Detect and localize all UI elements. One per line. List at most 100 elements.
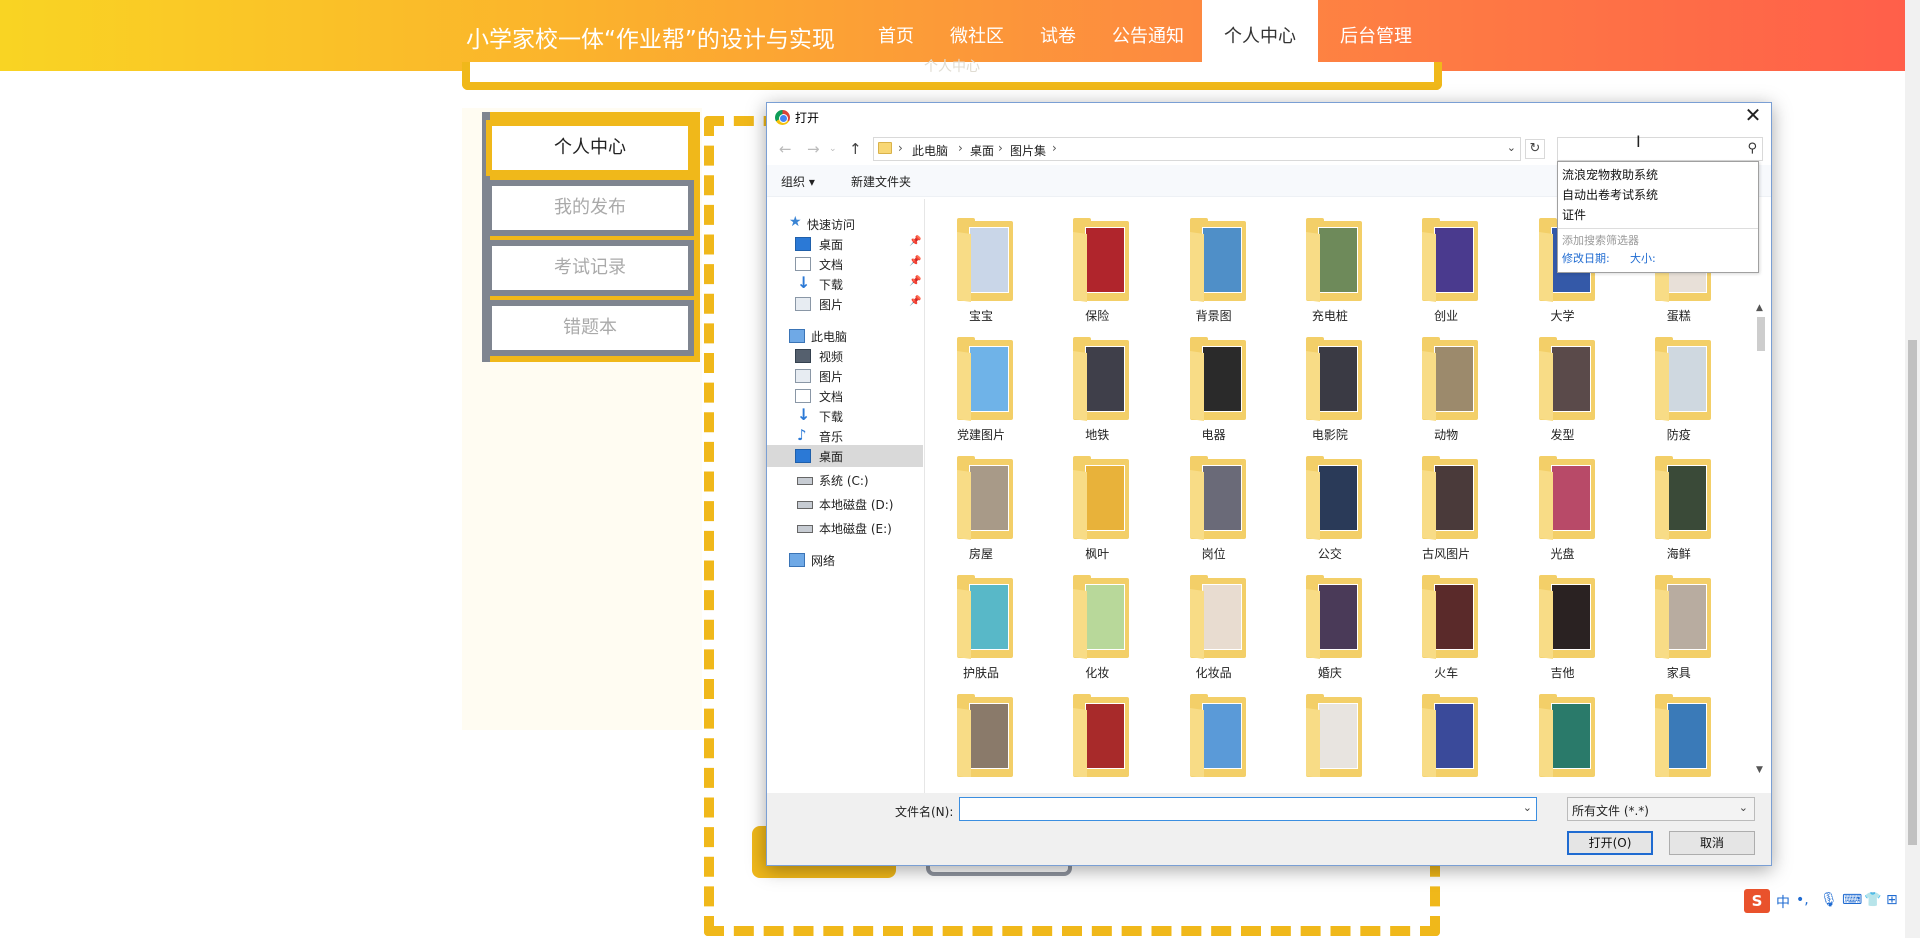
nav-admin[interactable]: 后台管理 (1318, 0, 1434, 71)
breadcrumb-gallery[interactable]: 图片集 (1010, 142, 1046, 159)
sidebar-item-exam-records[interactable]: 考试记录 (486, 240, 694, 296)
folder-item[interactable]: 电影院 (1284, 336, 1376, 446)
breadcrumb-this-pc[interactable]: 此电脑 (912, 142, 948, 159)
nav-profile[interactable]: 个人中心 (1202, 0, 1318, 71)
chevron-down-icon[interactable]: ⌄ (1507, 141, 1516, 154)
file-type-select[interactable]: 所有文件 (*.*) ⌄ (1567, 797, 1755, 821)
folder-item[interactable]: 保险 (1051, 217, 1143, 327)
filter-size[interactable]: 大小: (1630, 250, 1656, 266)
search-input[interactable]: ⚲ (1557, 137, 1763, 161)
sogou-logo-icon[interactable]: S (1744, 889, 1770, 913)
tree-pc-downloads[interactable]: ↓ 下载 (767, 405, 923, 427)
tree-drive-c[interactable]: 系统 (C:) (767, 469, 923, 491)
organize-button[interactable]: 组织 ▾ (781, 173, 815, 190)
microphone-icon[interactable]: 🎙 (1820, 892, 1838, 908)
keyboard-icon[interactable]: ⌨ (1842, 892, 1862, 908)
new-folder-button[interactable]: 新建文件夹 (851, 173, 911, 190)
tree-pc-music[interactable]: ♪ 音乐 (767, 425, 923, 447)
folder-item[interactable]: 宝宝 (935, 217, 1027, 327)
folder-item[interactable] (1051, 693, 1143, 777)
folder-item[interactable]: 党建图片 (935, 336, 1027, 446)
scroll-down-icon[interactable]: ▼ (1756, 765, 1763, 775)
ime-mode[interactable]: 中 (1776, 892, 1790, 912)
suggestion-item[interactable]: 自动出卷考试系统 (1562, 186, 1658, 203)
tree-quick-pictures[interactable]: 图片 📌 (767, 293, 923, 315)
folder-item[interactable]: 岗位 (1168, 455, 1260, 565)
folder-item[interactable]: 创业 (1400, 217, 1492, 327)
folder-item[interactable] (1517, 693, 1609, 777)
folder-item[interactable]: 化妆品 (1168, 574, 1260, 684)
folder-name: 电影院 (1311, 428, 1348, 442)
folder-item[interactable]: 电器 (1168, 336, 1260, 446)
tree-quick-access[interactable]: ★ 快速访问 (767, 213, 923, 235)
folder-item[interactable]: 古风图片 (1400, 455, 1492, 565)
folder-item[interactable] (1400, 693, 1492, 777)
folder-item[interactable]: 房屋 (935, 455, 1027, 565)
folder-item[interactable]: 枫叶 (1051, 455, 1143, 565)
address-bar[interactable]: › 此电脑 › 桌面 › 图片集 › ⌄ (873, 137, 1521, 161)
folder-item[interactable] (1633, 693, 1725, 777)
nav-exam[interactable]: 试卷 (1022, 0, 1094, 71)
folder-item[interactable]: 护肤品 (935, 574, 1027, 684)
tree-label: 本地磁盘 (D:) (819, 498, 894, 512)
sidebar-item-my-posts[interactable]: 我的发布 (486, 180, 694, 236)
suggestion-item[interactable]: 证件 (1562, 206, 1586, 223)
folder-item[interactable]: 吉他 (1517, 574, 1609, 684)
up-arrow-icon[interactable]: ↑ (849, 140, 862, 158)
page-scrollbar[interactable] (1905, 0, 1920, 938)
tree-drive-d[interactable]: 本地磁盘 (D:) (767, 493, 923, 515)
tree-pc-documents[interactable]: 文档 (767, 385, 923, 407)
tree-pc-desktop[interactable]: 桌面 (767, 445, 923, 467)
open-button[interactable]: 打开(O) (1567, 831, 1653, 855)
suggestion-item[interactable]: 流浪宠物救助系统 (1562, 166, 1658, 183)
folder-item[interactable]: 动物 (1400, 336, 1492, 446)
skin-icon[interactable]: 👕 (1864, 892, 1881, 908)
folder-item[interactable] (1168, 693, 1260, 777)
tree-pc-pictures[interactable]: 图片 (767, 365, 923, 387)
ime-punctuation[interactable]: •, (1796, 892, 1809, 908)
folder-item[interactable]: 海鲜 (1633, 455, 1725, 565)
folder-item[interactable]: 婚庆 (1284, 574, 1376, 684)
pin-icon: 📌 (909, 256, 922, 267)
scroll-up-icon[interactable]: ▲ (1756, 303, 1763, 313)
tree-network[interactable]: 网络 (767, 549, 923, 571)
tree-drive-e[interactable]: 本地磁盘 (E:) (767, 517, 923, 539)
chevron-down-icon[interactable]: ⌄ (1739, 801, 1748, 814)
refresh-icon[interactable]: ↻ (1525, 139, 1545, 159)
breadcrumb-desktop[interactable]: 桌面 (970, 142, 994, 159)
folder-item[interactable]: 发型 (1517, 336, 1609, 446)
folder-item[interactable]: 家具 (1633, 574, 1725, 684)
folder-item[interactable]: 光盘 (1517, 455, 1609, 565)
sidebar-item-profile[interactable]: 个人中心 (486, 120, 694, 176)
nav-home[interactable]: 首页 (860, 0, 932, 71)
tree-quick-desktop[interactable]: 桌面 📌 (767, 233, 923, 255)
back-arrow-icon[interactable]: ← (779, 140, 792, 158)
tree-quick-documents[interactable]: 文档 📌 (767, 253, 923, 275)
folder-item[interactable] (1284, 693, 1376, 777)
folder-item[interactable]: 化妆 (1051, 574, 1143, 684)
scrollbar-thumb[interactable] (1757, 317, 1765, 351)
folder-item[interactable]: 公交 (1284, 455, 1376, 565)
file-grid-scrollbar[interactable]: ▲ ▼ (1753, 199, 1769, 777)
folder-item[interactable] (935, 693, 1027, 777)
folder-item[interactable]: 背景图 (1168, 217, 1260, 327)
chevron-down-icon[interactable]: ⌄ (1523, 801, 1532, 814)
search-icon[interactable]: ⚲ (1747, 141, 1757, 156)
folder-item[interactable]: 火车 (1400, 574, 1492, 684)
recent-dropdown-icon[interactable]: ⌄ (829, 144, 837, 154)
toolbox-icon[interactable]: ⊞ (1886, 892, 1898, 908)
folder-item[interactable]: 地铁 (1051, 336, 1143, 446)
sidebar-item-mistakes[interactable]: 错题本 (486, 300, 694, 356)
tree-pc-videos[interactable]: 视频 (767, 345, 923, 367)
folder-item[interactable]: 充电桩 (1284, 217, 1376, 327)
filter-date-modified[interactable]: 修改日期: (1562, 250, 1610, 266)
folder-item[interactable]: 防疫 (1633, 336, 1725, 446)
tree-this-pc[interactable]: 此电脑 (767, 325, 923, 347)
nav-notice[interactable]: 公告通知 (1094, 0, 1202, 71)
forward-arrow-icon[interactable]: → (807, 140, 820, 158)
close-icon[interactable]: ✕ (1741, 105, 1765, 127)
tree-quick-downloads[interactable]: ↓ 下载 📌 (767, 273, 923, 295)
filename-input[interactable]: ⌄ (959, 797, 1537, 821)
cancel-button[interactable]: 取消 (1669, 831, 1755, 855)
page-scrollbar-thumb[interactable] (1908, 340, 1917, 845)
